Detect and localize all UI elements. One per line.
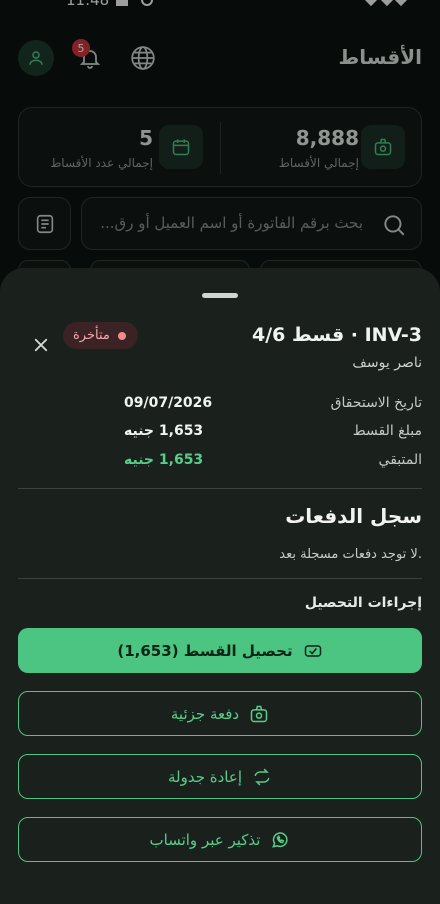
detail-label: المتبقي [378, 452, 422, 468]
partial-payment-button[interactable]: دفعة جزئية [18, 691, 422, 736]
payments-empty-text: لا توجد دفعات مسجلة بعد. [279, 547, 422, 562]
collect-button-label: تحصيل القسط (1,653) [117, 641, 293, 660]
status-badge-label: متأخرة [73, 328, 110, 343]
close-icon [34, 338, 48, 352]
payments-title: سجل الدفعات [285, 504, 422, 528]
detail-value: 1,653 جنيه [124, 452, 204, 468]
repeat-icon [252, 767, 272, 787]
reschedule-button-label: إعادة جدولة [168, 767, 242, 786]
detail-value: 1,653 جنيه [124, 423, 204, 439]
divider [18, 488, 422, 489]
status-dot-icon [117, 331, 126, 340]
installment-sheet: متأخرة INV-3 · قسط 4/6 ناصر يوسف تاريخ ا… [0, 268, 440, 904]
detail-amount: مبلغ القسط 1,653 جنيه [0, 423, 440, 443]
detail-label: مبلغ القسط [352, 423, 422, 439]
divider [18, 578, 422, 579]
close-button[interactable] [28, 332, 54, 358]
collect-installment-button[interactable]: تحصيل القسط (1,653) [18, 628, 422, 673]
sheet-drag-handle[interactable] [202, 293, 238, 298]
reschedule-button[interactable]: إعادة جدولة [18, 754, 422, 799]
whatsapp-button-label: تذكير عبر واتساب [149, 830, 261, 849]
wallet-icon [249, 704, 269, 724]
actions-title: إجراءات التحصيل [304, 595, 422, 611]
partial-button-label: دفعة جزئية [170, 704, 240, 723]
whatsapp-reminder-button[interactable]: تذكير عبر واتساب [18, 817, 422, 862]
detail-due-date: تاريخ الاستحقاق 09/07/2026 [0, 395, 440, 415]
detail-label: تاريخ الاستحقاق [330, 395, 422, 411]
customer-name: ناصر يوسف [352, 355, 422, 371]
sheet-title: INV-3 · قسط 4/6 [252, 324, 422, 346]
detail-value: 09/07/2026 [124, 395, 213, 411]
status-badge: متأخرة [63, 322, 138, 349]
whatsapp-icon [270, 830, 290, 850]
cash-hand-icon [303, 641, 323, 661]
detail-remaining: المتبقي 1,653 جنيه [0, 452, 440, 472]
